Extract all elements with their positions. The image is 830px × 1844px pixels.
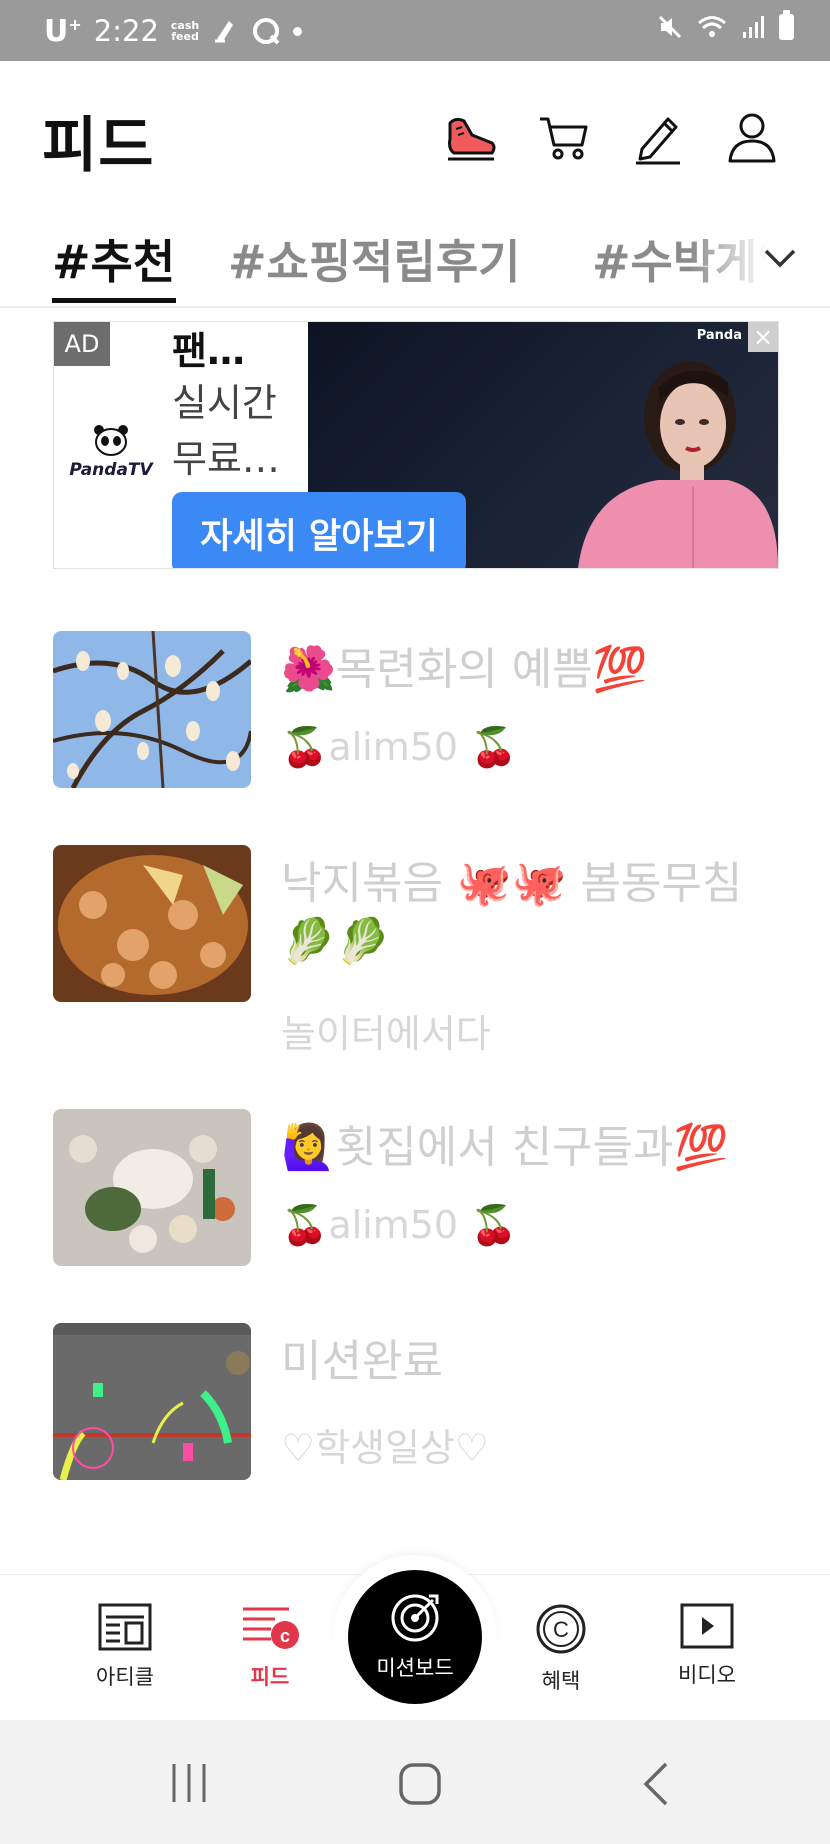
ad-badge: AD: [54, 322, 110, 366]
status-right: [657, 10, 794, 40]
target-icon: [391, 1594, 439, 1642]
feed-author: ♡학생일상♡: [281, 1426, 489, 1470]
list-item[interactable]: 낙지볶음 🐙🐙 봄동무침🥬🥬 놀이터에서다: [53, 845, 779, 1056]
ad-title: 팬…: [172, 329, 245, 373]
battery-icon: [779, 10, 794, 40]
active-tab-indicator: [52, 298, 176, 303]
ad-banner[interactable]: AD PandaTV 팬… 실시간 무료… Panda 자세히 알아보기 ×: [53, 321, 779, 569]
list-item[interactable]: 🙋‍♀️횟집에서 친구들과💯 🍒alim50 🍒: [53, 1109, 779, 1267]
article-icon: [98, 1603, 152, 1651]
nav-label: 피드: [250, 1665, 290, 1689]
feed-title: 🌺목련화의 예쁨💯: [281, 644, 648, 695]
page-title: 피드: [42, 111, 155, 181]
video-play-icon: [680, 1603, 734, 1649]
nav-article[interactable]: 아티클: [70, 1603, 180, 1691]
pencil-icon[interactable]: [630, 109, 686, 165]
feed-title: 미션완료: [281, 1336, 443, 1387]
app-header: 피드: [0, 61, 830, 201]
wifi-icon: [698, 16, 726, 37]
feed-author: 놀이터에서다: [281, 1012, 491, 1056]
sneaker-icon[interactable]: [442, 109, 498, 165]
notification-dot-icon: [293, 26, 303, 36]
panda-icon: [94, 425, 128, 456]
back-icon[interactable]: [640, 1762, 670, 1806]
ad-image-brand: Panda: [696, 328, 742, 343]
ad-cta-button[interactable]: 자세히 알아보기: [172, 492, 466, 568]
carrier-label: U+: [44, 13, 82, 49]
home-icon[interactable]: [398, 1762, 442, 1806]
feed-title: 낙지볶음 🐙🐙 봄동무침🥬🥬: [281, 858, 743, 967]
nav-video[interactable]: 비디오: [652, 1603, 762, 1689]
notification-app-icon: [215, 21, 234, 43]
chevron-down-icon[interactable]: [760, 238, 800, 278]
feed-thumbnail[interactable]: [53, 631, 251, 788]
mission-board-button[interactable]: 미션보드: [348, 1570, 482, 1704]
ad-copy: 팬… 실시간 무료…: [172, 322, 312, 487]
svg-text:C: C: [553, 1617, 569, 1642]
messenger-icon: [253, 18, 280, 45]
tag-tabs: #추천 #쇼핑적립후기 #수박게임: [0, 218, 830, 308]
clock: 2:22: [93, 14, 159, 48]
feed-icon: c: [243, 1607, 299, 1649]
nav-label: 비디오: [678, 1663, 736, 1687]
status-left: U+ 2:22 cash feed: [44, 11, 303, 51]
advertiser-logo: PandaTV: [66, 424, 156, 480]
cashfeed-icon: cash feed: [170, 19, 200, 43]
system-nav-bar: [0, 1720, 830, 1844]
feed-thumbnail[interactable]: [53, 1109, 251, 1266]
ad-line: 실시간: [172, 381, 277, 425]
nav-label: 혜택: [541, 1669, 581, 1693]
nav-benefits[interactable]: C 혜택: [506, 1603, 616, 1695]
cart-icon[interactable]: [536, 109, 592, 165]
feed-thumbnail[interactable]: [53, 845, 251, 1002]
feed-title: 🙋‍♀️횟집에서 친구들과💯: [281, 1122, 729, 1173]
list-item[interactable]: 미션완료 ♡학생일상♡: [53, 1323, 779, 1481]
recent-apps-icon[interactable]: [168, 1762, 210, 1804]
nav-feed[interactable]: c 피드: [215, 1603, 325, 1691]
list-item[interactable]: 🌺목련화의 예쁨💯 🍒alim50 🍒: [53, 631, 779, 789]
ad-line: 무료…: [172, 437, 280, 481]
tab-recommended[interactable]: #추천: [52, 226, 175, 292]
feed-author: 🍒alim50 🍒: [281, 1203, 518, 1247]
signal-icon: [743, 16, 764, 38]
status-bar: U+ 2:22 cash feed: [0, 0, 830, 61]
header-actions: [442, 109, 780, 165]
feed-thumbnail[interactable]: [53, 1323, 251, 1480]
mission-board-label: 미션보드: [376, 1656, 454, 1680]
close-icon[interactable]: ×: [748, 322, 778, 352]
mute-icon: [658, 15, 682, 39]
profile-icon[interactable]: [724, 109, 780, 165]
nav-label: 아티클: [96, 1665, 154, 1689]
feed-author: 🍒alim50 🍒: [281, 725, 518, 769]
tab-shopping-review[interactable]: #쇼핑적립후기: [228, 226, 520, 292]
svg-text:c: c: [280, 1626, 290, 1646]
coin-icon: C: [536, 1604, 586, 1654]
